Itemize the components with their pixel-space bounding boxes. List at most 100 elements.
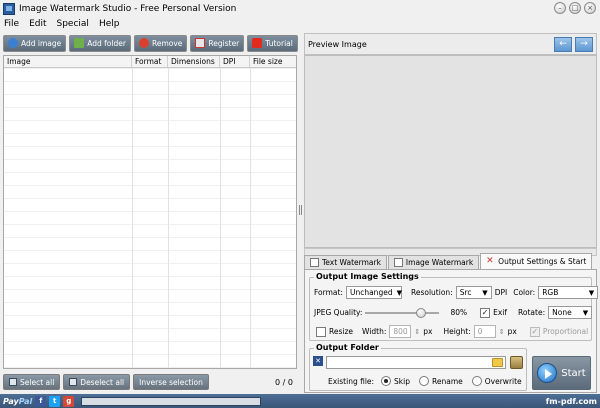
folder-add-icon [74, 38, 85, 48]
register-button[interactable]: Register [190, 34, 245, 52]
column-divider [168, 68, 169, 368]
column-divider [250, 68, 251, 368]
proportional-label: Proportional [542, 327, 589, 336]
menu-help[interactable]: Help [99, 19, 120, 29]
rename-radio[interactable] [419, 376, 429, 386]
overwrite-radio[interactable] [471, 376, 482, 386]
existing-file-label: Existing file: [328, 376, 375, 386]
toolbar: Add image Add folder Remove Register Tut… [3, 33, 298, 53]
resolution-select[interactable]: Src ▼ [455, 286, 492, 299]
add-image-button[interactable]: Add image [3, 34, 67, 52]
previous-arrow-icon[interactable]: ← [554, 36, 572, 52]
menu-bar: File Edit Special Help [0, 17, 600, 31]
column-dpi[interactable]: DPI [220, 56, 250, 67]
register-icon [195, 38, 206, 48]
column-format[interactable]: Format [132, 56, 168, 67]
dropdown-icon: ▼ [588, 288, 595, 297]
group-title: Output Folder [314, 343, 381, 352]
color-label: Color: [513, 288, 536, 297]
column-dimensions[interactable]: Dimensions [168, 56, 220, 67]
image-watermark-icon [393, 258, 403, 267]
group-title: Output Image Settings [314, 272, 421, 281]
overwrite-label: Overwrite [484, 376, 522, 386]
deselect-all-icon [69, 378, 78, 386]
resize-label: Resize [329, 327, 354, 336]
column-divider [132, 68, 133, 368]
twitter-icon[interactable]: t [49, 395, 61, 407]
width-unit: px [423, 327, 433, 336]
file-list[interactable]: Image Format Dimensions DPI File size [3, 55, 297, 369]
website-link[interactable]: fm-pdf.com [546, 397, 597, 406]
remove-icon [138, 38, 149, 48]
video-play-icon [252, 38, 263, 48]
list-header: Image Format Dimensions DPI File size [4, 56, 296, 68]
rotate-label: Rotate: [518, 308, 546, 317]
skip-radio[interactable] [381, 376, 392, 386]
file-count: 0 / 0 [275, 377, 293, 387]
dropdown-icon: ▼ [396, 288, 402, 297]
google-plus-icon[interactable]: g [63, 395, 75, 407]
slider-track [365, 311, 440, 314]
title-bar: Image Watermark Studio - Free Personal V… [0, 0, 600, 17]
height-unit: px [507, 327, 517, 336]
tab-strip: Text Watermark Image Watermark ✕ Output … [304, 253, 593, 269]
add-folder-button[interactable]: Add folder [69, 34, 131, 52]
tutorial-button[interactable]: Tutorial [247, 34, 298, 52]
output-settings-panel: Output Image Settings Format: Unchanged ▼… [304, 269, 599, 393]
menu-file[interactable]: File [4, 19, 19, 29]
text-watermark-icon [310, 258, 319, 267]
width-label: Width: [362, 327, 387, 336]
menu-edit[interactable]: Edit [29, 19, 46, 29]
preview-panel: Preview Image ← → Text Watermark Image W… [304, 33, 599, 393]
clear-path-icon[interactable]: ✕ [313, 356, 323, 366]
remove-button[interactable]: Remove [133, 34, 188, 52]
rotate-select[interactable]: None ▼ [548, 306, 593, 319]
facebook-icon[interactable]: f [35, 395, 47, 407]
column-divider [220, 68, 221, 368]
splitter-handle[interactable] [299, 205, 302, 215]
browse-folder-icon[interactable] [492, 358, 503, 367]
menu-special[interactable]: Special [57, 19, 89, 29]
selection-bar: Select all Deselect all Inverse selectio… [3, 373, 297, 391]
exif-checkbox[interactable]: ✓ [480, 307, 491, 318]
jpeg-quality-slider[interactable] [365, 307, 440, 318]
inverse-selection-button[interactable]: Inverse selection [133, 374, 209, 390]
deselect-all-button[interactable]: Deselect all [63, 374, 131, 390]
proportional-checkbox[interactable]: ✓ [529, 326, 540, 337]
minimize-icon[interactable]: – [554, 2, 566, 14]
paypal-logo[interactable]: PayPal [3, 397, 32, 406]
resize-checkbox[interactable] [316, 326, 326, 337]
next-arrow-icon[interactable]: → [575, 36, 593, 52]
progress-bar [81, 396, 262, 406]
maximize-icon[interactable]: □ [569, 2, 581, 14]
height-label: Height: [443, 327, 471, 336]
status-bar: PayPal f t g fm-pdf.com [0, 394, 600, 408]
spinner-icon[interactable]: ⇕ [414, 328, 420, 336]
dropdown-icon: ▼ [582, 308, 589, 317]
start-button[interactable]: Start [532, 356, 591, 390]
select-all-button[interactable]: Select all [3, 374, 61, 390]
exif-label: Exif [493, 308, 508, 317]
output-image-settings-group: Output Image Settings Format: Unchanged ▼… [309, 272, 599, 341]
output-path-input[interactable] [326, 356, 506, 369]
window-title: Image Watermark Studio - Free Personal V… [19, 3, 237, 14]
tab-image-watermark[interactable]: Image Watermark [387, 255, 480, 269]
play-icon [537, 363, 558, 383]
spinner-icon[interactable]: ⇕ [499, 328, 505, 336]
column-file-size[interactable]: File size [250, 56, 296, 67]
tab-text-watermark[interactable]: Text Watermark [304, 255, 387, 269]
width-input[interactable]: 800 [389, 325, 412, 338]
height-input[interactable]: 0 [473, 325, 496, 338]
slider-thumb[interactable] [416, 307, 427, 318]
output-folder-group: Output Folder ✕ Existing file: Skip Rena… [309, 343, 527, 391]
open-folder-button[interactable] [510, 356, 523, 369]
preview-header: Preview Image ← → [304, 33, 597, 55]
dropdown-icon: ▼ [482, 288, 488, 297]
select-all-icon [9, 378, 17, 386]
file-panel: Add image Add folder Remove Register Tut… [3, 33, 298, 393]
color-select[interactable]: RGB ▼ [538, 286, 599, 299]
tab-output-settings[interactable]: ✕ Output Settings & Start [480, 253, 593, 269]
close-icon[interactable]: × [584, 2, 596, 14]
column-image[interactable]: Image [4, 56, 132, 67]
format-select[interactable]: Unchanged ▼ [345, 286, 402, 299]
